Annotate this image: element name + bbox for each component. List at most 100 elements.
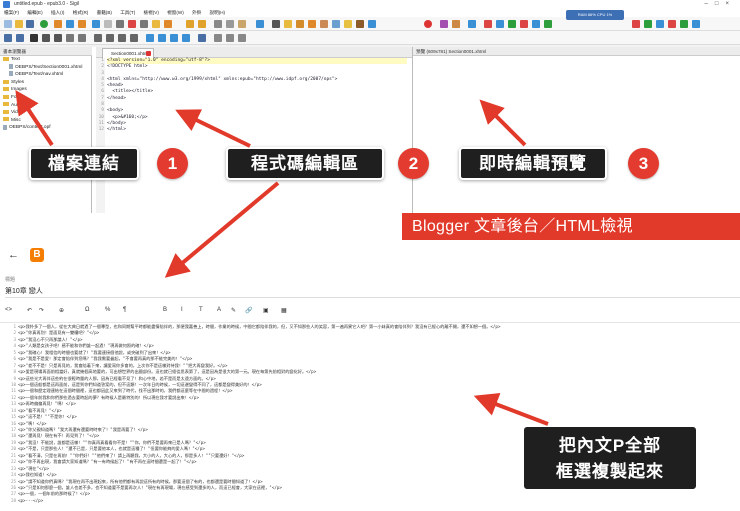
text-size-icon[interactable]: T — [199, 307, 203, 313]
edit-icon[interactable] — [140, 20, 148, 28]
puzzle-icon-7[interactable] — [632, 20, 640, 28]
bold-icon[interactable] — [30, 34, 38, 42]
paste-icon[interactable] — [238, 20, 246, 28]
plugin-icon[interactable] — [468, 20, 476, 28]
menu-book[interactable]: 書籍(B) — [97, 10, 112, 15]
italic-icon[interactable]: I — [181, 307, 183, 313]
align-right-icon[interactable] — [118, 34, 126, 42]
tree-folder[interactable]: Images — [0, 86, 91, 94]
menu-window[interactable]: 視窗(W) — [167, 10, 184, 15]
toc-edit-icon[interactable] — [198, 34, 206, 42]
new-file-icon[interactable] — [4, 20, 12, 28]
puzzle-icon-11[interactable] — [680, 20, 688, 28]
tree-folder[interactable]: Styles — [0, 79, 91, 87]
puzzle-icon-10[interactable] — [668, 20, 676, 28]
tree-folder[interactable]: Video — [0, 109, 91, 117]
justify-icon[interactable] — [130, 34, 138, 42]
text-color-icon[interactable]: A — [217, 307, 221, 313]
tree-file[interactable]: OEBPS/Text/Section0001.xhtml — [0, 63, 91, 72]
insert-image-icon[interactable] — [332, 20, 340, 28]
puzzle-icon-3[interactable] — [508, 20, 516, 28]
close-tab-icon[interactable] — [146, 51, 151, 56]
list-icon[interactable] — [452, 20, 460, 28]
check-icon[interactable] — [92, 20, 100, 28]
code-editor[interactable]: 1 2 3 4 5 6 7 8 9 10 11 12 <?xml version="1.0" enco… — [96, 58, 412, 213]
html-view-icon[interactable]: <> — [5, 307, 12, 313]
tab-section0001[interactable]: Section0001.xhtml — [102, 48, 154, 58]
highlight-icon[interactable]: ✎ — [231, 307, 236, 314]
post-title-input[interactable]: 第10章 戀人 — [5, 286, 43, 296]
table-icon[interactable]: ▦ — [281, 307, 287, 314]
image-icon[interactable]: ▣ — [263, 307, 269, 314]
heading-icon[interactable] — [4, 34, 12, 42]
insert-file-icon[interactable] — [284, 20, 292, 28]
indent-icon[interactable] — [170, 34, 178, 42]
redo-icon[interactable]: ↷ — [39, 307, 44, 314]
menu-format[interactable]: 格式(R) — [73, 10, 89, 15]
heading1-icon[interactable] — [214, 34, 222, 42]
outdent-icon[interactable] — [182, 34, 190, 42]
undo-icon[interactable]: ↶ — [27, 307, 32, 314]
redo-icon[interactable] — [66, 20, 74, 28]
check-spelling-icon[interactable] — [164, 20, 172, 28]
add-icon[interactable]: ⊕ — [59, 307, 64, 314]
puzzle-icon-1[interactable] — [484, 20, 492, 28]
toc-icon[interactable] — [128, 20, 136, 28]
move-up-icon[interactable] — [54, 20, 62, 28]
window-controls[interactable]: –□× — [705, 0, 736, 9]
add-icon[interactable] — [40, 20, 48, 28]
align-center-icon[interactable] — [106, 34, 114, 42]
puzzle-icon-12[interactable] — [692, 20, 700, 28]
paragraph-icon[interactable]: ¶ — [123, 307, 126, 313]
tree-file[interactable]: OEBPS/Text/nav.xhtml — [0, 71, 91, 79]
heart-icon[interactable] — [424, 20, 432, 28]
strike-icon[interactable] — [66, 34, 74, 42]
list-number-icon[interactable] — [158, 34, 166, 42]
redo2-icon[interactable] — [198, 20, 206, 28]
menu-insert[interactable]: 插入(I) — [51, 10, 65, 15]
paragraph-icon[interactable] — [16, 34, 24, 42]
percent-icon[interactable]: % — [105, 307, 110, 313]
tree-file[interactable]: OEBPS/content.opf — [0, 124, 91, 132]
puzzle-icon-4[interactable] — [520, 20, 528, 28]
menu-plugins[interactable]: 外掛 — [192, 10, 201, 15]
copy-icon[interactable] — [226, 20, 234, 28]
meta-icon[interactable] — [116, 20, 124, 28]
spellcheck-icon[interactable] — [272, 20, 280, 28]
undo-icon[interactable] — [186, 20, 194, 28]
tree-folder[interactable]: Misc — [0, 117, 91, 125]
menu-view[interactable]: 檢視(V) — [144, 10, 159, 15]
menu-edit[interactable]: 編輯(E) — [27, 10, 42, 15]
move-down-icon[interactable] — [78, 20, 86, 28]
find-icon[interactable] — [256, 20, 264, 28]
insert-id-icon[interactable] — [308, 20, 316, 28]
save-icon[interactable] — [26, 20, 34, 28]
heading2-icon[interactable] — [226, 34, 234, 42]
menu-tools[interactable]: 工具(T) — [120, 10, 135, 15]
split-icon[interactable] — [344, 20, 352, 28]
puzzle-icon-2[interactable] — [496, 20, 504, 28]
insert-link-icon[interactable] — [320, 20, 328, 28]
puzzle-icon-5[interactable] — [532, 20, 540, 28]
cut-icon[interactable] — [214, 20, 222, 28]
heading3-icon[interactable] — [238, 34, 246, 42]
tree-folder[interactable]: Text — [0, 56, 91, 64]
bold-icon[interactable]: B — [163, 307, 167, 313]
special-char-icon[interactable]: Ω — [85, 307, 90, 313]
sub-icon[interactable] — [78, 34, 86, 42]
book-icon[interactable] — [356, 20, 364, 28]
puzzle-icon-6[interactable] — [544, 20, 552, 28]
menu-file[interactable]: 檔案(F) — [4, 10, 19, 15]
open-file-icon[interactable] — [15, 20, 23, 28]
grid-icon[interactable] — [368, 20, 376, 28]
puzzle-icon-8[interactable] — [644, 20, 652, 28]
tree-folder[interactable]: Fonts — [0, 94, 91, 102]
puzzle-icon-9[interactable] — [656, 20, 664, 28]
link-icon[interactable]: 🔗 — [245, 307, 252, 314]
validate-icon[interactable] — [152, 20, 160, 28]
underline-icon[interactable] — [54, 34, 62, 42]
italic-icon[interactable] — [42, 34, 50, 42]
mail-icon[interactable] — [440, 20, 448, 28]
align-left-icon[interactable] — [94, 34, 102, 42]
zoom-icon[interactable] — [104, 20, 112, 28]
